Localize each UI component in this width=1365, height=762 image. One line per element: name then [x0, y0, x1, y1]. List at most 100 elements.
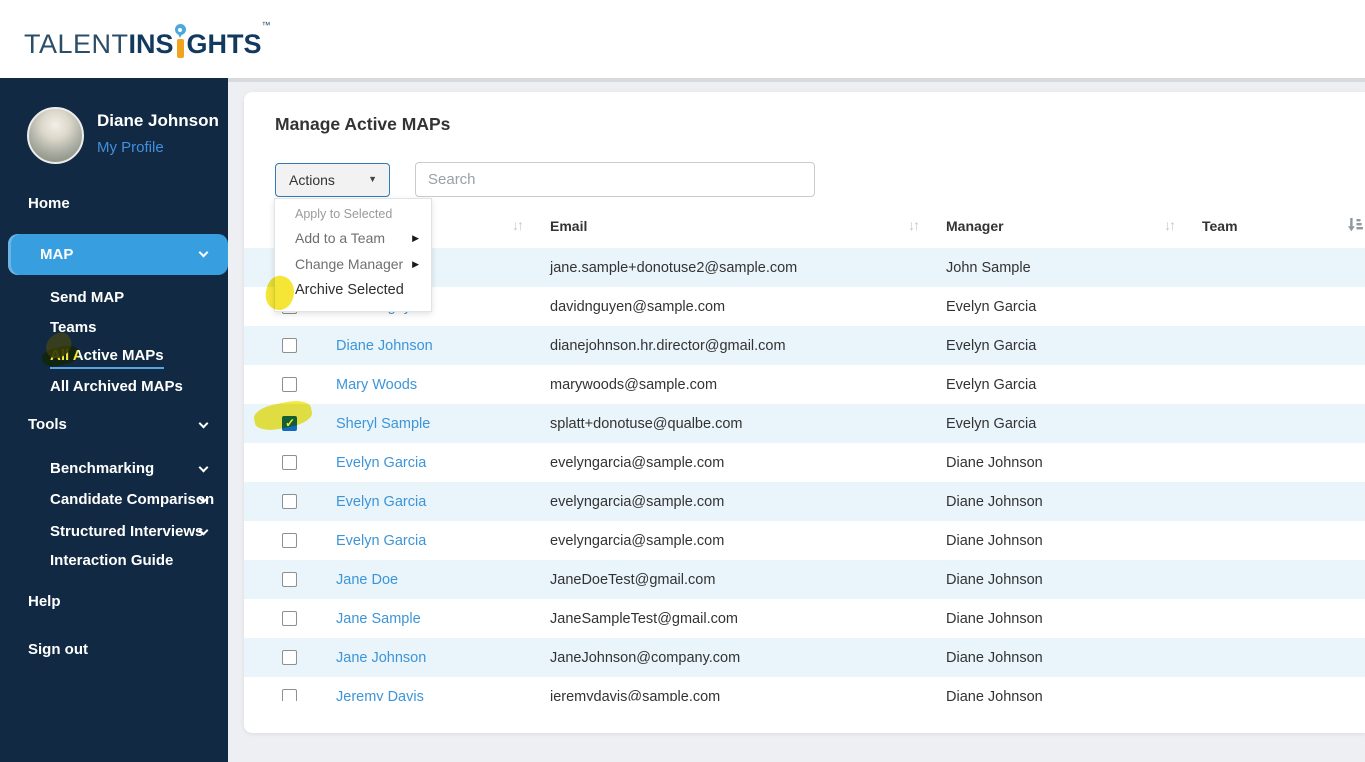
- logo-text-talent: TALENT: [24, 29, 129, 59]
- table-body: jane.sample+donotuse2@sample.com John Sa…: [244, 248, 1365, 701]
- manager-cell: Evelyn Garcia: [946, 415, 1037, 432]
- email-cell: marywoods@sample.com: [550, 376, 718, 393]
- manager-cell: Diane Johnson: [946, 649, 1043, 666]
- logo-text-ins: INS: [128, 29, 174, 59]
- trademark-symbol: ™: [261, 20, 271, 30]
- email-cell: JaneSampleTest@gmail.com: [550, 610, 738, 627]
- table-row: Jane Johnson JaneJohnson@company.com Dia…: [244, 638, 1365, 677]
- caret-down-icon: ▼: [368, 174, 377, 184]
- sort-amount-icon[interactable]: [1347, 217, 1363, 238]
- row-checkbox[interactable]: [282, 533, 297, 548]
- sidebar-item-benchmarking[interactable]: Benchmarking: [50, 460, 154, 477]
- table-row: Evelyn Garcia evelyngarcia@sample.com Di…: [244, 521, 1365, 560]
- row-checkbox-checked[interactable]: [282, 416, 297, 431]
- table-row: Jane Doe JaneDoeTest@gmail.com Diane Joh…: [244, 560, 1365, 599]
- manager-cell: Evelyn Garcia: [946, 337, 1037, 354]
- actions-button-label: Actions: [289, 172, 335, 188]
- search-input[interactable]: [415, 162, 815, 197]
- row-checkbox[interactable]: [282, 611, 297, 626]
- content-card: Manage Active MAPs Actions ▼ ↓↑ Email ↓↑…: [244, 92, 1365, 733]
- manager-cell: Diane Johnson: [946, 571, 1043, 588]
- menu-item-change-manager[interactable]: Change Manager ▶: [275, 251, 431, 277]
- sort-icon[interactable]: ↓↑: [1164, 217, 1176, 233]
- sort-icon[interactable]: ↓↑: [512, 217, 524, 233]
- logo-text-ghts: GHTS: [186, 29, 262, 59]
- column-header-manager[interactable]: Manager: [946, 218, 1004, 234]
- row-checkbox[interactable]: [282, 650, 297, 665]
- submenu-arrow-icon: ▶: [412, 233, 419, 243]
- name-link[interactable]: Diane Johnson: [336, 326, 433, 365]
- name-link[interactable]: Evelyn Garcia: [336, 521, 426, 560]
- table-row: Sheryl Sample splatt+donotuse@qualbe.com…: [244, 404, 1365, 443]
- email-cell: evelyngarcia@sample.com: [550, 493, 725, 510]
- sidebar-item-tools[interactable]: Tools: [28, 416, 67, 433]
- row-checkbox[interactable]: [282, 338, 297, 353]
- menu-item-add-to-a-team[interactable]: Add to a Team ▶: [275, 225, 431, 251]
- row-checkbox[interactable]: [282, 377, 297, 392]
- talentinsights-logo: TALENT INS GHTS ™: [24, 16, 271, 62]
- row-checkbox[interactable]: [282, 455, 297, 470]
- manager-cell: John Sample: [946, 259, 1031, 276]
- manager-cell: Evelyn Garcia: [946, 376, 1037, 393]
- name-link[interactable]: Mary Woods: [336, 365, 417, 404]
- table-row: Jane Sample JaneSampleTest@gmail.com Dia…: [244, 599, 1365, 638]
- sidebar-item-all-archived-maps[interactable]: All Archived MAPs: [50, 378, 183, 395]
- column-header-email[interactable]: Email: [550, 218, 587, 234]
- manager-cell: Diane Johnson: [946, 688, 1043, 702]
- manager-cell: Diane Johnson: [946, 610, 1043, 627]
- row-checkbox[interactable]: [282, 572, 297, 587]
- sidebar-nav: Diane Johnson My Profile Home MAP Send M…: [0, 78, 228, 762]
- top-header: TALENT INS GHTS ™: [0, 0, 1365, 78]
- table-row: Jeremy Davis jeremydavis@sample.com Dian…: [244, 677, 1365, 701]
- chevron-down-icon: [198, 418, 209, 429]
- row-checkbox[interactable]: [282, 689, 297, 701]
- actions-dropdown-button[interactable]: Actions ▼: [275, 163, 390, 197]
- email-cell: JaneDoeTest@gmail.com: [550, 571, 716, 588]
- email-cell: jeremydavis@sample.com: [550, 688, 721, 702]
- manager-cell: Diane Johnson: [946, 532, 1043, 549]
- sidebar-item-interaction-guide[interactable]: Interaction Guide: [50, 552, 173, 569]
- logo-location-pin-icon: [174, 24, 186, 58]
- table-row: Diane Johnson dianejohnson.hr.director@g…: [244, 326, 1365, 365]
- manager-cell: Evelyn Garcia: [946, 298, 1037, 315]
- sidebar-item-home[interactable]: Home: [28, 195, 70, 212]
- name-link[interactable]: Jane Johnson: [336, 638, 426, 677]
- sidebar-item-map[interactable]: MAP: [8, 234, 228, 275]
- chevron-down-icon: [198, 247, 209, 258]
- name-link[interactable]: Jane Sample: [336, 599, 421, 638]
- manager-cell: Diane Johnson: [946, 493, 1043, 510]
- name-link[interactable]: Sheryl Sample: [336, 404, 430, 443]
- sidebar-item-sign-out[interactable]: Sign out: [28, 641, 88, 658]
- email-cell: JaneJohnson@company.com: [550, 649, 741, 666]
- sidebar-item-send-map[interactable]: Send MAP: [50, 289, 124, 306]
- map-label: MAP: [40, 246, 74, 263]
- email-cell: evelyngarcia@sample.com: [550, 454, 725, 471]
- email-cell: splatt+donotuse@qualbe.com: [550, 415, 743, 432]
- sort-icon[interactable]: ↓↑: [908, 217, 920, 233]
- menu-item-archive-selected[interactable]: Archive Selected: [275, 277, 431, 303]
- profile-name: Diane Johnson: [97, 111, 219, 130]
- email-cell: evelyngarcia@sample.com: [550, 532, 725, 549]
- submenu-arrow-icon: ▶: [412, 259, 419, 269]
- my-profile-link[interactable]: My Profile: [97, 139, 164, 156]
- page-title: Manage Active MAPs: [275, 114, 451, 134]
- sidebar-item-all-active-maps[interactable]: All Active MAPs: [50, 347, 164, 369]
- chevron-down-icon: [198, 462, 209, 473]
- name-link[interactable]: Evelyn Garcia: [336, 482, 426, 521]
- column-header-team[interactable]: Team: [1202, 218, 1238, 234]
- row-checkbox[interactable]: [282, 494, 297, 509]
- avatar: [27, 107, 84, 164]
- name-link[interactable]: Jeremy Davis: [336, 677, 424, 702]
- sidebar-item-help[interactable]: Help: [28, 593, 61, 610]
- actions-dropdown-menu: Apply to Selected Add to a Team ▶ Change …: [274, 198, 432, 312]
- email-cell: jane.sample+donotuse2@sample.com: [550, 259, 798, 276]
- email-cell: davidnguyen@sample.com: [550, 298, 726, 315]
- name-link[interactable]: Jane Doe: [336, 560, 398, 599]
- email-cell: dianejohnson.hr.director@gmail.com: [550, 337, 786, 354]
- sidebar-item-structured-interviews[interactable]: Structured Interviews: [50, 523, 203, 540]
- sidebar-item-candidate-comparison[interactable]: Candidate Comparison: [50, 491, 214, 508]
- menu-item-apply-to-selected: Apply to Selected: [295, 207, 393, 221]
- name-link[interactable]: Evelyn Garcia: [336, 443, 426, 482]
- table-row: Evelyn Garcia evelyngarcia@sample.com Di…: [244, 482, 1365, 521]
- sidebar-item-teams[interactable]: Teams: [50, 319, 96, 336]
